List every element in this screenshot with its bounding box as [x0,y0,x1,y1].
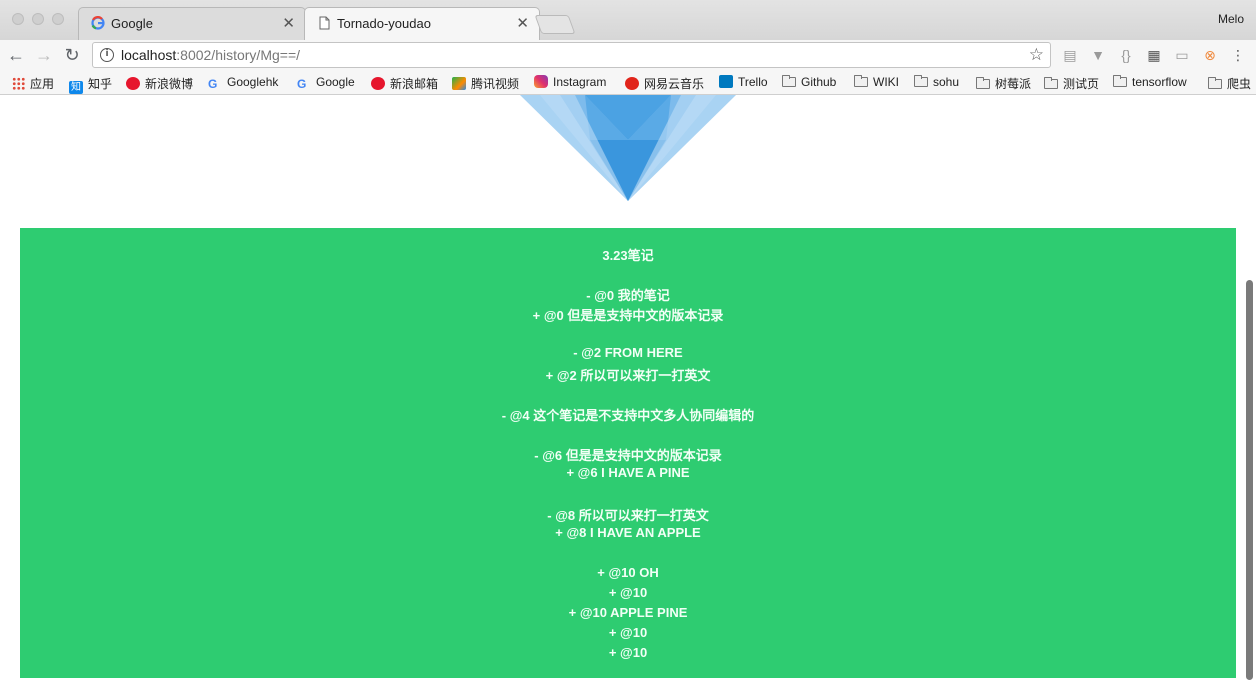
diff-line: + @10 [608,625,648,640]
bookmark-tensorflow[interactable]: tensorflow [1113,75,1187,91]
bookmarks-bar: 应用 知知乎 新浪微博 G Googlehk G Google 新浪邮箱 腾讯视频 … [0,71,1256,95]
bookmark-google[interactable]: G Google [297,75,355,91]
document-icon [319,16,330,30]
tab-google[interactable]: Google ✕ [78,7,306,40]
reader-icon[interactable]: ▤ [1061,46,1079,64]
note-title: 3.23笔记 [602,248,654,263]
diff-line: - @8 所以可以来打一打英文 [547,508,709,523]
bookmark-netease-music[interactable]: 网易云音乐 [625,75,704,91]
bookmark-sina-mail[interactable]: 新浪邮箱 [371,75,438,91]
weibo-icon [371,77,385,90]
qr-code-icon[interactable]: ▦ [1145,46,1163,64]
folder-icon [914,75,928,87]
bookmark-trello[interactable]: Trello [719,75,768,91]
tab-tornado-youdao[interactable]: Tornado-youdao ✕ [304,7,540,41]
bookmark-sohu[interactable]: sohu [914,75,959,91]
folder-icon [782,75,796,87]
json-icon[interactable]: {} [1117,46,1135,64]
diff-line: + @10 OH [597,565,659,580]
bookmark-apps[interactable]: 应用 [12,75,54,91]
vue-devtools-icon[interactable]: ▼ [1089,46,1107,64]
google-icon [91,16,105,30]
tab-label: Tornado-youdao [337,16,431,31]
menu-icon[interactable]: ⋮ [1229,46,1247,64]
bookmark-star-icon[interactable]: ☆ [1029,45,1044,65]
bookmark-tencent-video[interactable]: 腾讯视频 [452,75,519,91]
back-button[interactable]: ← [6,45,26,65]
diff-line: - @0 我的笔记 [586,288,670,303]
folder-icon [1113,75,1127,87]
zhihu-icon: 知 [69,81,83,94]
diff-line: - @4 这个笔记是不支持中文多人协同编辑的 [501,408,755,423]
google-icon: G [208,77,218,91]
bookmark-googlehk[interactable]: G Googlehk [208,75,278,91]
info-icon[interactable]: i [100,48,114,62]
minimize-window-button[interactable] [32,13,44,25]
diff-line: - @6 但是是支持中文的版本记录 [534,448,722,463]
bookmark-instagram[interactable]: Instagram [534,75,606,91]
diff-line: + @10 [608,645,648,660]
tab-manager-icon[interactable]: ▭ [1173,46,1191,64]
bookmark-zhihu[interactable]: 知知乎 [69,75,112,94]
reload-button[interactable]: ↻ [62,45,82,65]
folder-icon [976,77,990,89]
close-tab-icon[interactable]: ✕ [516,14,529,32]
diff-line: + @6 I HAVE A PINE [566,465,690,480]
new-tab-button[interactable] [534,15,576,34]
diamond-logo-icon [520,95,736,201]
address-bar[interactable]: i localhost:8002/history/Mg==/ ☆ [92,42,1051,68]
diff-line: + @10 APPLE PINE [568,605,688,620]
diff-line: + @8 I HAVE AN APPLE [555,525,701,540]
diff-line: - @2 FROM HERE [573,345,683,360]
page-content: 3.23笔记 - @0 我的笔记 + @0 但是是支持中文的版本记录 - @2 … [0,95,1256,698]
folder-icon [1208,77,1222,89]
bookmark-raspberry-pi[interactable]: 树莓派 [976,75,1031,91]
adblock-icon[interactable]: ⊗ [1201,46,1219,64]
forward-button[interactable]: → [34,45,54,65]
note-history-panel: 3.23笔记 - @0 我的笔记 + @0 但是是支持中文的版本记录 - @2 … [20,228,1236,678]
browser-toolbar: ← → ↻ i localhost:8002/history/Mg==/ ☆ ▤… [0,40,1256,71]
close-window-button[interactable] [12,13,24,25]
diff-line: + @10 [608,585,648,600]
bookmark-test-page[interactable]: 测试页 [1044,75,1099,91]
diff-line: + @2 所以可以来打一打英文 [545,368,711,383]
vertical-scrollbar[interactable] [1246,280,1253,680]
url-text[interactable]: localhost:8002/history/Mg==/ [121,47,300,63]
tab-strip: Google ✕ Tornado-youdao ✕ Melo [0,0,1256,41]
google-icon: G [297,77,307,91]
zoom-window-button[interactable] [52,13,64,25]
folder-icon [854,75,868,87]
diff-line: + @0 但是是支持中文的版本记录 [532,308,724,323]
close-tab-icon[interactable]: ✕ [282,14,295,32]
folder-icon [1044,77,1058,89]
tab-label: Google [111,16,153,31]
bookmark-wiki[interactable]: WIKI [854,75,899,91]
bookmark-github[interactable]: Github [782,75,836,91]
netease-music-icon [625,77,639,90]
instagram-icon [534,75,548,88]
profile-name[interactable]: Melo [1218,12,1244,26]
bookmark-weibo[interactable]: 新浪微博 [126,75,193,91]
trello-icon [719,75,733,88]
bookmark-crawler[interactable]: 爬虫 [1208,75,1251,91]
tencent-video-icon [452,77,466,90]
weibo-icon [126,77,140,90]
apps-grid-icon [12,77,25,90]
